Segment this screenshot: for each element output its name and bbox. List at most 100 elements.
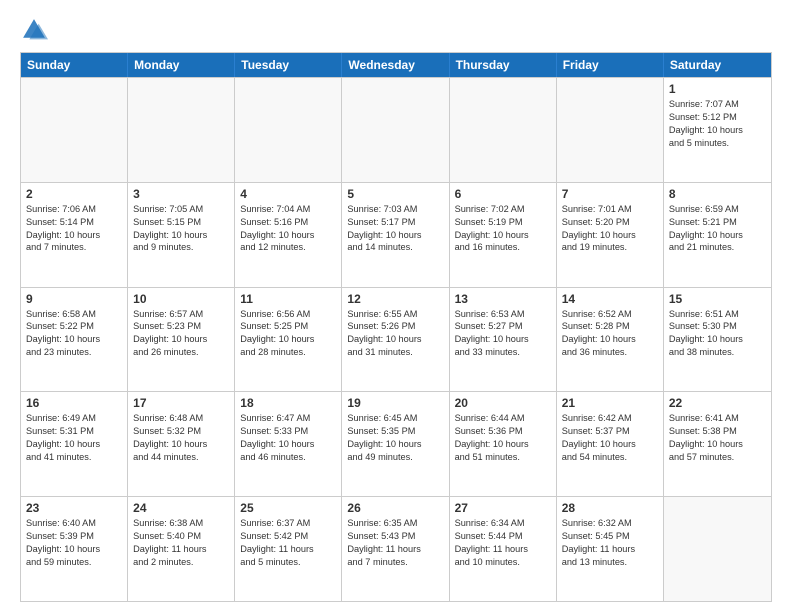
day-number: 9 xyxy=(26,292,122,306)
cell-text: Sunrise: 6:49 AM Sunset: 5:31 PM Dayligh… xyxy=(26,412,122,464)
day-number: 10 xyxy=(133,292,229,306)
calendar-cell: 25 Sunrise: 6:37 AM Sunset: 5:42 PM Dayli… xyxy=(235,497,342,601)
day-number: 3 xyxy=(133,187,229,201)
day-number: 8 xyxy=(669,187,766,201)
calendar-cell: 2 Sunrise: 7:06 AM Sunset: 5:14 PM Daylig… xyxy=(21,183,128,287)
day-number: 28 xyxy=(562,501,658,515)
day-number: 13 xyxy=(455,292,551,306)
calendar-cell: 15 Sunrise: 6:51 AM Sunset: 5:30 PM Dayli… xyxy=(664,288,771,392)
calendar-cell: 18 Sunrise: 6:47 AM Sunset: 5:33 PM Dayli… xyxy=(235,392,342,496)
calendar-cell: 21Sunrise: 6:42 AM Sunset: 5:37 PM Dayli… xyxy=(557,392,664,496)
day-number: 6 xyxy=(455,187,551,201)
day-number: 22 xyxy=(669,396,766,410)
cell-text: Sunrise: 7:03 AM Sunset: 5:17 PM Dayligh… xyxy=(347,203,443,255)
calendar-cell: 10Sunrise: 6:57 AM Sunset: 5:23 PM Dayli… xyxy=(128,288,235,392)
calendar-cell: 17 Sunrise: 6:48 AM Sunset: 5:32 PM Dayli… xyxy=(128,392,235,496)
calendar-row: 16 Sunrise: 6:49 AM Sunset: 5:31 PM Dayli… xyxy=(21,391,771,496)
day-number: 15 xyxy=(669,292,766,306)
calendar-cell: 22Sunrise: 6:41 AM Sunset: 5:38 PM Dayli… xyxy=(664,392,771,496)
day-number: 14 xyxy=(562,292,658,306)
calendar-cell: 20 Sunrise: 6:44 AM Sunset: 5:36 PM Dayli… xyxy=(450,392,557,496)
calendar-cell: 5 Sunrise: 7:03 AM Sunset: 5:17 PM Daylig… xyxy=(342,183,449,287)
cell-text: Sunrise: 7:02 AM Sunset: 5:19 PM Dayligh… xyxy=(455,203,551,255)
cell-text: Sunrise: 6:52 AM Sunset: 5:28 PM Dayligh… xyxy=(562,308,658,360)
calendar-header-cell: Thursday xyxy=(450,53,557,77)
calendar-row: 9 Sunrise: 6:58 AM Sunset: 5:22 PM Daylig… xyxy=(21,287,771,392)
cell-text: Sunrise: 7:06 AM Sunset: 5:14 PM Dayligh… xyxy=(26,203,122,255)
cell-text: Sunrise: 6:45 AM Sunset: 5:35 PM Dayligh… xyxy=(347,412,443,464)
cell-text: Sunrise: 6:48 AM Sunset: 5:32 PM Dayligh… xyxy=(133,412,229,464)
calendar-cell: 8 Sunrise: 6:59 AM Sunset: 5:21 PM Daylig… xyxy=(664,183,771,287)
day-number: 16 xyxy=(26,396,122,410)
calendar-cell: 24 Sunrise: 6:38 AM Sunset: 5:40 PM Dayli… xyxy=(128,497,235,601)
calendar-header-cell: Wednesday xyxy=(342,53,449,77)
calendar-cell xyxy=(557,78,664,182)
cell-text: Sunrise: 7:01 AM Sunset: 5:20 PM Dayligh… xyxy=(562,203,658,255)
day-number: 19 xyxy=(347,396,443,410)
day-number: 11 xyxy=(240,292,336,306)
calendar-cell: 13 Sunrise: 6:53 AM Sunset: 5:27 PM Dayli… xyxy=(450,288,557,392)
calendar-row: 23 Sunrise: 6:40 AM Sunset: 5:39 PM Dayli… xyxy=(21,496,771,601)
cell-text: Sunrise: 6:35 AM Sunset: 5:43 PM Dayligh… xyxy=(347,517,443,569)
calendar-cell: 3 Sunrise: 7:05 AM Sunset: 5:15 PM Daylig… xyxy=(128,183,235,287)
cell-text: Sunrise: 6:44 AM Sunset: 5:36 PM Dayligh… xyxy=(455,412,551,464)
calendar-cell: 27 Sunrise: 6:34 AM Sunset: 5:44 PM Dayli… xyxy=(450,497,557,601)
cell-text: Sunrise: 7:05 AM Sunset: 5:15 PM Dayligh… xyxy=(133,203,229,255)
calendar-header-cell: Monday xyxy=(128,53,235,77)
cell-text: Sunrise: 6:47 AM Sunset: 5:33 PM Dayligh… xyxy=(240,412,336,464)
cell-text: Sunrise: 6:38 AM Sunset: 5:40 PM Dayligh… xyxy=(133,517,229,569)
cell-text: Sunrise: 6:53 AM Sunset: 5:27 PM Dayligh… xyxy=(455,308,551,360)
calendar-cell xyxy=(664,497,771,601)
calendar-cell: 11 Sunrise: 6:56 AM Sunset: 5:25 PM Dayli… xyxy=(235,288,342,392)
day-number: 17 xyxy=(133,396,229,410)
day-number: 21 xyxy=(562,396,658,410)
day-number: 26 xyxy=(347,501,443,515)
calendar-cell: 9 Sunrise: 6:58 AM Sunset: 5:22 PM Daylig… xyxy=(21,288,128,392)
calendar-cell: 16 Sunrise: 6:49 AM Sunset: 5:31 PM Dayli… xyxy=(21,392,128,496)
day-number: 1 xyxy=(669,82,766,96)
day-number: 24 xyxy=(133,501,229,515)
cell-text: Sunrise: 6:58 AM Sunset: 5:22 PM Dayligh… xyxy=(26,308,122,360)
calendar-cell: 7 Sunrise: 7:01 AM Sunset: 5:20 PM Daylig… xyxy=(557,183,664,287)
calendar-cell xyxy=(450,78,557,182)
cell-text: Sunrise: 6:34 AM Sunset: 5:44 PM Dayligh… xyxy=(455,517,551,569)
calendar-cell xyxy=(235,78,342,182)
calendar-cell: 12 Sunrise: 6:55 AM Sunset: 5:26 PM Dayli… xyxy=(342,288,449,392)
calendar-cell xyxy=(128,78,235,182)
page: SundayMondayTuesdayWednesdayThursdayFrid… xyxy=(0,0,792,612)
day-number: 20 xyxy=(455,396,551,410)
day-number: 18 xyxy=(240,396,336,410)
cell-text: Sunrise: 6:51 AM Sunset: 5:30 PM Dayligh… xyxy=(669,308,766,360)
cell-text: Sunrise: 6:32 AM Sunset: 5:45 PM Dayligh… xyxy=(562,517,658,569)
day-number: 23 xyxy=(26,501,122,515)
day-number: 7 xyxy=(562,187,658,201)
calendar-cell: 1 Sunrise: 7:07 AM Sunset: 5:12 PM Daylig… xyxy=(664,78,771,182)
calendar: SundayMondayTuesdayWednesdayThursdayFrid… xyxy=(20,52,772,602)
logo-icon xyxy=(20,16,48,44)
cell-text: Sunrise: 7:07 AM Sunset: 5:12 PM Dayligh… xyxy=(669,98,766,150)
calendar-cell xyxy=(342,78,449,182)
cell-text: Sunrise: 6:56 AM Sunset: 5:25 PM Dayligh… xyxy=(240,308,336,360)
logo xyxy=(20,16,52,44)
calendar-cell: 26 Sunrise: 6:35 AM Sunset: 5:43 PM Dayli… xyxy=(342,497,449,601)
day-number: 27 xyxy=(455,501,551,515)
day-number: 2 xyxy=(26,187,122,201)
calendar-header-cell: Saturday xyxy=(664,53,771,77)
cell-text: Sunrise: 6:55 AM Sunset: 5:26 PM Dayligh… xyxy=(347,308,443,360)
calendar-header: SundayMondayTuesdayWednesdayThursdayFrid… xyxy=(21,53,771,77)
day-number: 5 xyxy=(347,187,443,201)
header xyxy=(20,16,772,44)
cell-text: Sunrise: 6:59 AM Sunset: 5:21 PM Dayligh… xyxy=(669,203,766,255)
calendar-cell xyxy=(21,78,128,182)
calendar-header-cell: Friday xyxy=(557,53,664,77)
cell-text: Sunrise: 6:40 AM Sunset: 5:39 PM Dayligh… xyxy=(26,517,122,569)
cell-text: Sunrise: 6:37 AM Sunset: 5:42 PM Dayligh… xyxy=(240,517,336,569)
calendar-body: 1 Sunrise: 7:07 AM Sunset: 5:12 PM Daylig… xyxy=(21,77,771,601)
calendar-cell: 23 Sunrise: 6:40 AM Sunset: 5:39 PM Dayli… xyxy=(21,497,128,601)
calendar-cell: 28 Sunrise: 6:32 AM Sunset: 5:45 PM Dayli… xyxy=(557,497,664,601)
calendar-cell: 6 Sunrise: 7:02 AM Sunset: 5:19 PM Daylig… xyxy=(450,183,557,287)
day-number: 4 xyxy=(240,187,336,201)
day-number: 25 xyxy=(240,501,336,515)
day-number: 12 xyxy=(347,292,443,306)
calendar-row: 1 Sunrise: 7:07 AM Sunset: 5:12 PM Daylig… xyxy=(21,77,771,182)
